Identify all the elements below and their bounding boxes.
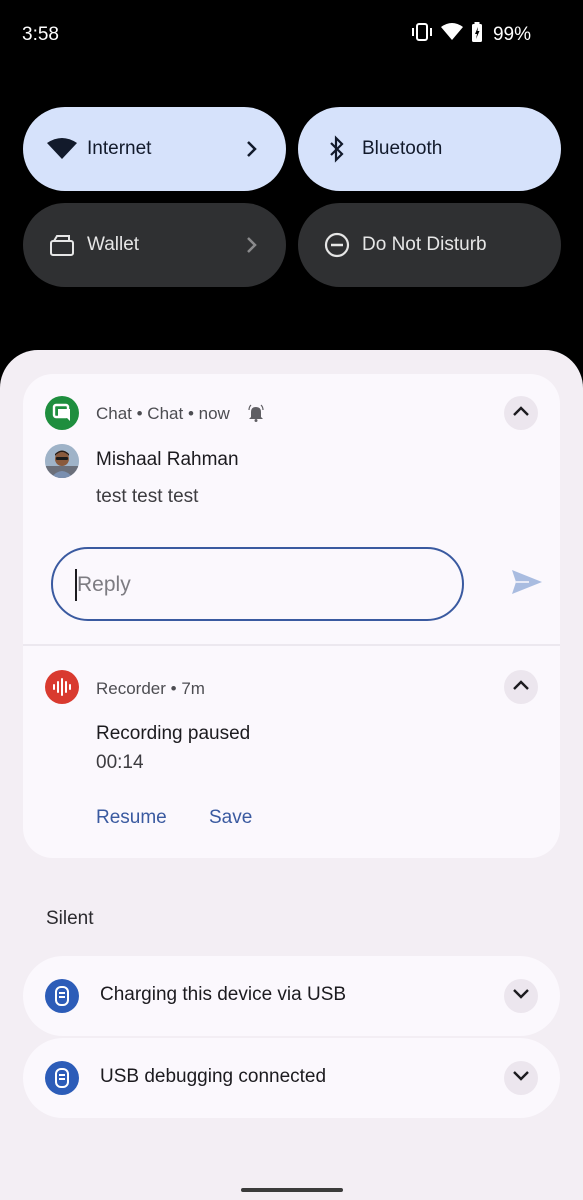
recording-elapsed: 00:14 [96,752,144,773]
chevron-right-icon [240,231,264,259]
tile-label: Do Not Disturb [362,234,487,255]
chevron-down-icon [511,987,531,1006]
status-icons [411,22,483,42]
chevron-up-icon [511,404,531,423]
google-chat-icon [45,396,79,430]
sender-name: Mishaal Rahman [96,449,239,470]
usb-icon [45,979,79,1013]
status-bar: 3:58 99% [0,0,583,70]
send-icon[interactable] [509,564,545,600]
save-button[interactable]: Save [209,807,252,829]
vibrate-icon [411,23,433,41]
notification-text: USB debugging connected [100,1066,327,1087]
tile-bluetooth[interactable]: Bluetooth [298,107,561,191]
recording-status: Recording paused [96,723,251,744]
chevron-down-icon [511,1069,531,1088]
tile-label: Bluetooth [362,138,443,159]
tile-label: Wallet [87,234,140,255]
divider [23,644,560,646]
recorder-meta: Recorder • 7m [96,679,205,698]
usb-debugging-notification[interactable]: USB debugging connected [23,1038,560,1118]
tile-label: Internet [87,138,152,159]
chevron-right-icon [240,135,264,163]
message-text: test test test [96,486,199,507]
collapse-button[interactable] [504,670,538,704]
notification-group-card: Chat • Chat • now Mishaal Rahman test te… [23,374,560,858]
collapse-button[interactable] [504,396,538,430]
recorder-icon [45,670,79,704]
bluetooth-icon [322,134,352,164]
usb-charging-notification[interactable]: Charging this device via USB [23,956,560,1036]
avatar [45,444,79,478]
usb-icon [45,1061,79,1095]
reply-placeholder: Reply [77,573,131,596]
expand-button[interactable] [504,979,538,1013]
tile-do-not-disturb[interactable]: Do Not Disturb [298,203,561,287]
tile-internet[interactable]: Internet [23,107,286,191]
expand-button[interactable] [504,1061,538,1095]
wifi-status-icon [441,23,463,41]
resume-button[interactable]: Resume [96,807,167,829]
section-header-silent: Silent [46,908,94,929]
battery-icon [471,22,483,42]
reply-input[interactable]: Reply [51,547,464,621]
notification-shade-screen: 3:58 99% Internet Bluetooth Wallet Do No… [0,0,583,1200]
chevron-up-icon [511,678,531,697]
notification-text: Charging this device via USB [100,984,347,1005]
chat-meta: Chat • Chat • now [96,404,230,423]
bell-icon [248,404,264,427]
tile-wallet[interactable]: Wallet [23,203,286,287]
wifi-icon [47,134,77,164]
gesture-nav-handle[interactable] [241,1188,343,1192]
battery-percent: 99% [492,24,531,45]
wallet-icon [47,230,77,260]
status-time: 3:58 [22,24,59,45]
dnd-icon [322,230,352,260]
